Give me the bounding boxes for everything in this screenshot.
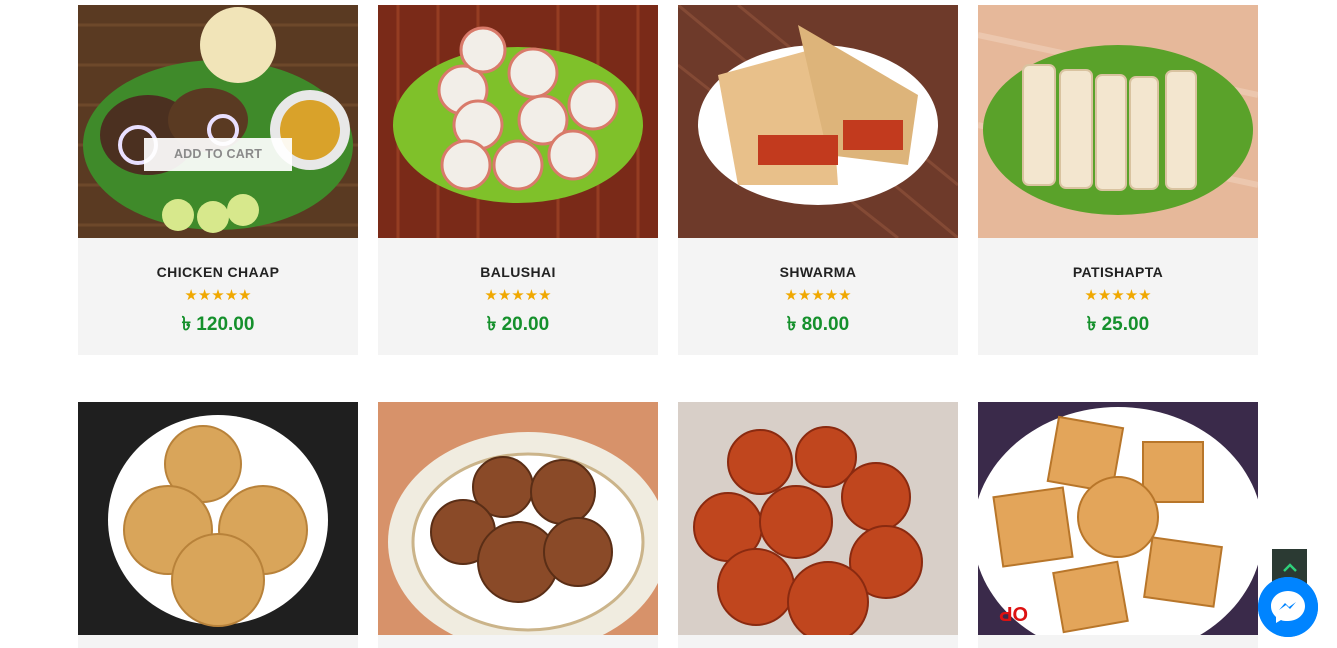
- star-rating: ★★★★★: [1084, 287, 1152, 304]
- product-image-shwarma[interactable]: [678, 5, 958, 238]
- product-name[interactable]: PATISHAPTA: [978, 238, 1258, 280]
- product-name[interactable]: SHWARMA: [678, 238, 958, 280]
- product-image-sandesh[interactable]: OP: [978, 402, 1258, 635]
- product-card-shwarma[interactable]: SHWARMA ★★★★★ ৳ 80.00: [678, 5, 958, 355]
- product-card-cutlet[interactable]: [378, 402, 658, 648]
- star-rating: ★★★★★: [484, 287, 552, 304]
- product-card-chicken-chaap[interactable]: ADD TO CART CHICKEN CHAAP ★★★★★ ৳ 120.00: [78, 5, 358, 355]
- product-price: ৳ 80.00: [786, 314, 850, 335]
- product-info: CHICKEN CHAAP ★★★★★ ৳ 120.00: [78, 238, 358, 355]
- messenger-chat-button[interactable]: [1258, 577, 1318, 637]
- messenger-icon: [1258, 577, 1318, 637]
- product-info: BALUSHAI ★★★★★ ৳ 20.00: [378, 238, 658, 355]
- product-card-sandesh[interactable]: OP: [978, 402, 1258, 648]
- product-image-balushai[interactable]: [378, 5, 658, 238]
- star-rating: ★★★★★: [784, 287, 852, 304]
- product-info: SHWARMA ★★★★★ ৳ 80.00: [678, 238, 958, 355]
- product-image-cutlet[interactable]: [378, 402, 658, 635]
- product-card-gulab-jamun[interactable]: [678, 402, 958, 648]
- product-name[interactable]: CHICKEN CHAAP: [78, 238, 358, 280]
- product-card-balushai[interactable]: BALUSHAI ★★★★★ ৳ 20.00: [378, 5, 658, 355]
- star-rating: ★★★★★: [184, 287, 252, 304]
- product-info: PATISHAPTA ★★★★★ ৳ 25.00: [978, 238, 1258, 355]
- plate-text: OP: [999, 602, 1028, 624]
- product-price: ৳ 25.00: [1086, 314, 1150, 335]
- product-card-samosa[interactable]: [78, 402, 358, 648]
- product-image-chicken-chaap[interactable]: ADD TO CART: [78, 5, 358, 238]
- product-price: ৳ 120.00: [181, 314, 255, 335]
- add-to-cart-button[interactable]: ADD TO CART: [144, 138, 292, 171]
- product-image-patishapta[interactable]: [978, 5, 1258, 238]
- product-card-patishapta[interactable]: PATISHAPTA ★★★★★ ৳ 25.00: [978, 5, 1258, 355]
- product-image-samosa[interactable]: [78, 402, 358, 635]
- product-price: ৳ 20.00: [486, 314, 550, 335]
- product-name[interactable]: BALUSHAI: [378, 238, 658, 280]
- chevron-up-icon: [1282, 562, 1297, 572]
- product-image-gulab-jamun[interactable]: [678, 402, 958, 635]
